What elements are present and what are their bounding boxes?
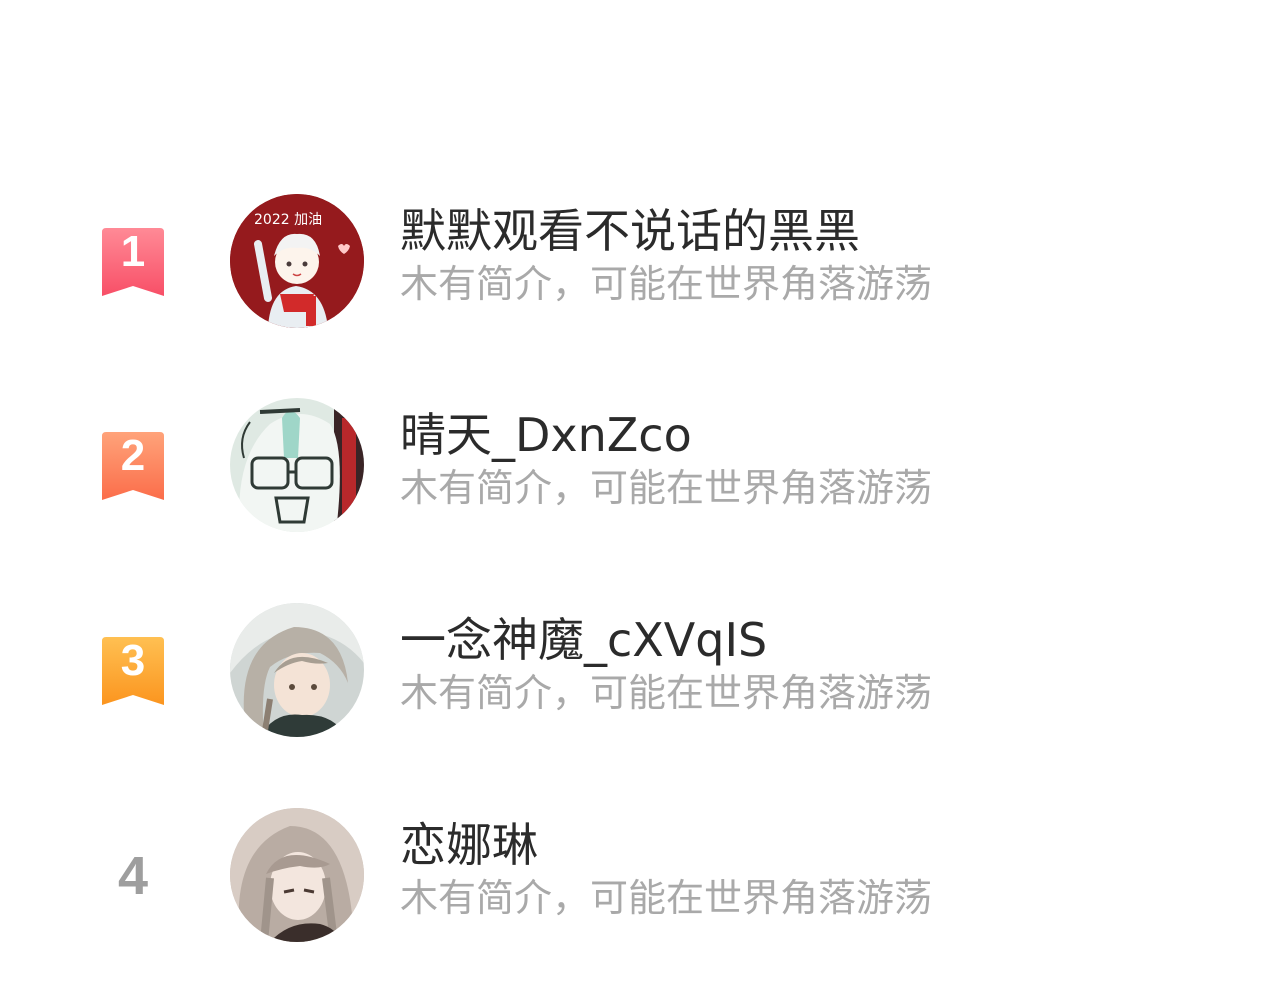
ranking-list: 1 2022 加油 默默观看不说话的黑黑 木有简介，可能在世界角落游荡 2 晴天… — [0, 0, 1280, 999]
user-bio: 木有简介，可能在世界角落游荡 — [400, 671, 933, 715]
ranking-row-3[interactable]: 3 一念神魔_cXVqIS 木有简介，可能在世界角落游荡 — [0, 603, 1280, 739]
rank-number: 4 — [117, 846, 149, 906]
avatar[interactable] — [230, 398, 364, 532]
user-name[interactable]: 晴天_DxnZco — [400, 404, 1240, 466]
svg-text:2022 加油: 2022 加油 — [254, 212, 322, 228]
user-name[interactable]: 默默观看不说话的黑黑 — [400, 200, 1240, 262]
user-bio: 木有简介，可能在世界角落游荡 — [400, 262, 933, 306]
ranking-row-2[interactable]: 2 晴天_DxnZco 木有简介，可能在世界角落游荡 — [0, 398, 1280, 534]
user-name[interactable]: 恋娜琳 — [400, 814, 1240, 876]
rank-number: 3 — [120, 636, 146, 685]
rank-number: 2 — [120, 431, 146, 480]
user-bio: 木有简介，可能在世界角落游荡 — [400, 876, 933, 920]
user-bio: 木有简介，可能在世界角落游荡 — [400, 466, 933, 510]
ranking-row-4[interactable]: 4 恋娜琳 木有简介，可能在世界角落游荡 — [0, 808, 1280, 944]
rank-badge-2: 2 — [98, 430, 168, 502]
user-name[interactable]: 一念神魔_cXVqIS — [400, 609, 1240, 671]
rank-badge-1: 1 — [98, 226, 168, 298]
ranking-row-1[interactable]: 1 2022 加油 默默观看不说话的黑黑 木有简介，可能在世界角落游荡 — [0, 194, 1280, 330]
avatar[interactable]: 2022 加油 — [230, 194, 364, 328]
avatar[interactable] — [230, 603, 364, 737]
avatar[interactable] — [230, 808, 364, 942]
rank-number: 1 — [120, 227, 146, 276]
rank-badge-3: 3 — [98, 635, 168, 707]
